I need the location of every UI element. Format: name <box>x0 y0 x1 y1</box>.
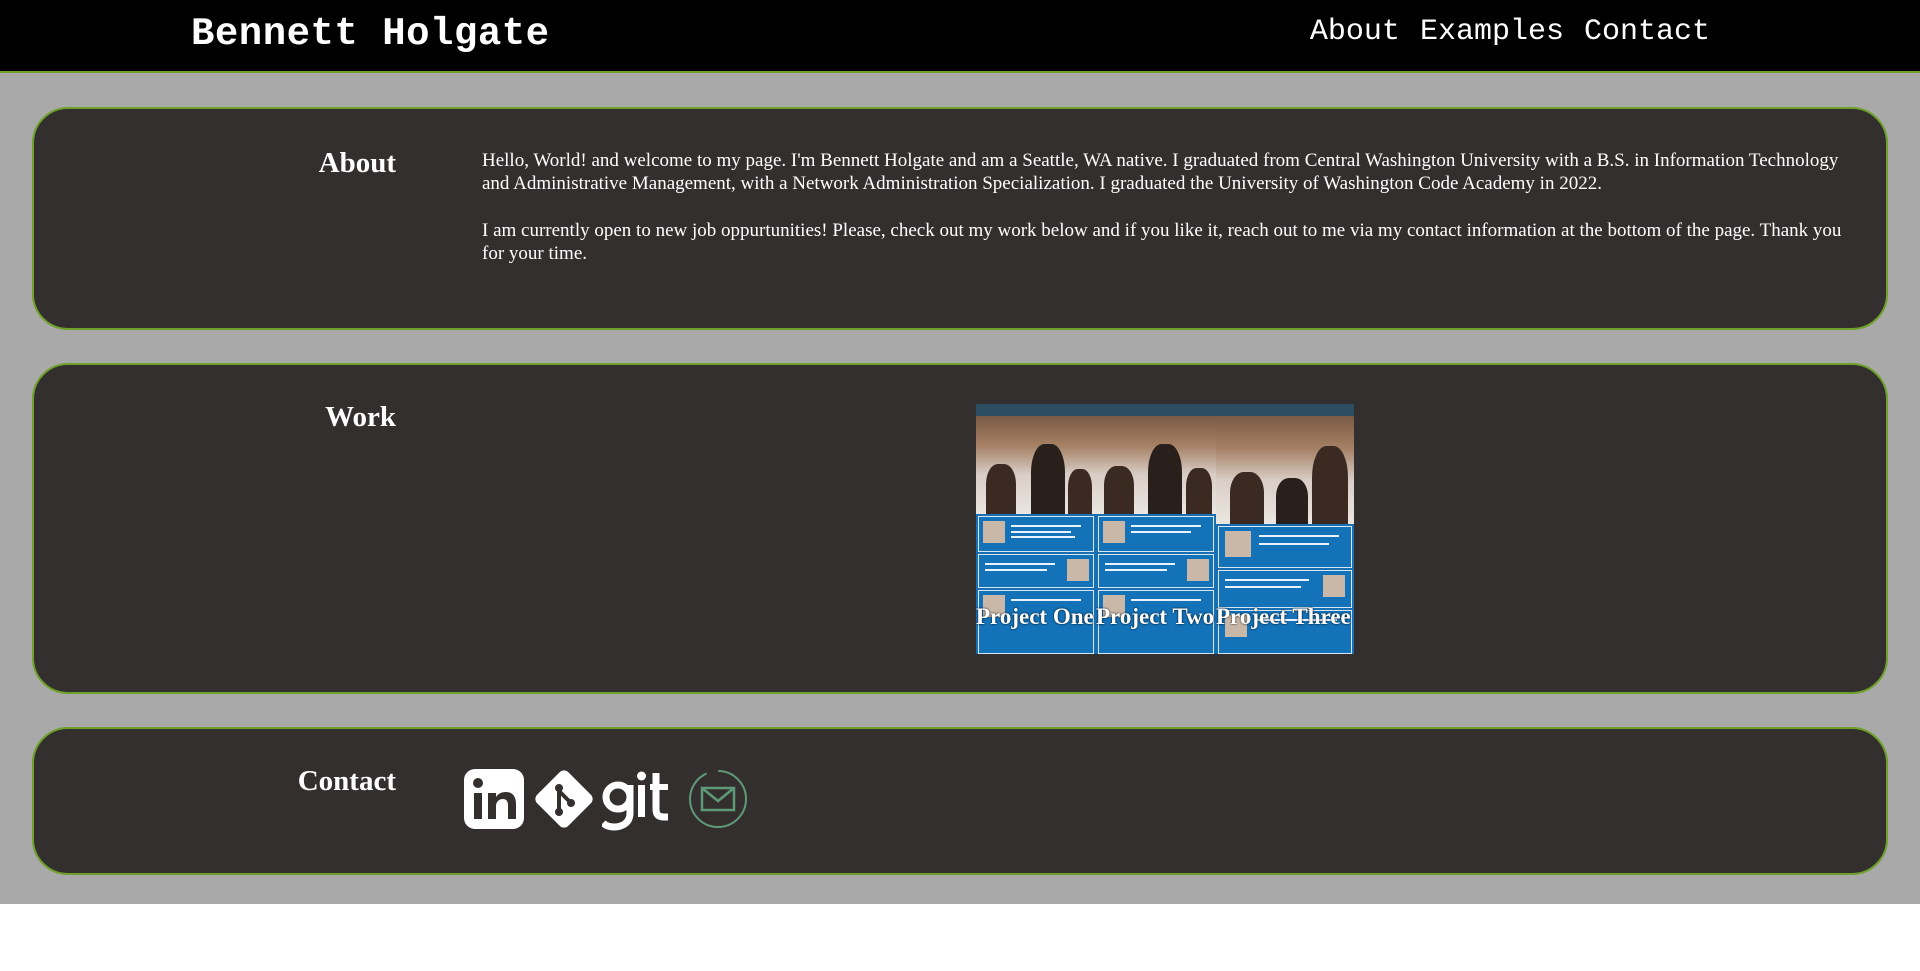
page-content: About Hello, World! and welcome to my pa… <box>0 73 1920 904</box>
project-two-card[interactable]: Project Two <box>1096 404 1216 654</box>
project-screenshot-block <box>978 516 1094 552</box>
project-screenshot-photo <box>976 416 1096 514</box>
nav-link-contact[interactable]: Contact <box>1584 15 1710 49</box>
project-screenshot-header <box>976 404 1096 416</box>
project-screenshot-block <box>1098 516 1214 552</box>
main-nav: About Examples Contact <box>1310 15 1710 49</box>
project-gallery: Project One Project Two Project Three <box>976 404 1354 654</box>
project-two-label: Project Two <box>1096 604 1215 629</box>
site-header: Bennett Holgate About Examples Contact <box>0 0 1920 73</box>
contact-icon-row <box>462 767 748 831</box>
nav-link-about[interactable]: About <box>1310 15 1400 49</box>
work-section: Work Project One Project Two Project Thr… <box>32 363 1888 694</box>
about-paragraph-job: I am currently open to new job oppurtuni… <box>482 220 1842 264</box>
about-paragraph-intro: Hello, World! and welcome to my page. I'… <box>482 150 1839 194</box>
about-text: Hello, World! and welcome to my page. I'… <box>482 149 1862 265</box>
nav-link-examples[interactable]: Examples <box>1420 15 1564 49</box>
project-screenshot-block <box>978 554 1094 588</box>
work-heading: Work <box>325 401 396 433</box>
project-screenshot-block <box>1218 526 1352 568</box>
git-wordmark-icon[interactable] <box>602 767 682 831</box>
project-screenshot-header <box>1216 404 1354 416</box>
about-heading: About <box>318 147 396 179</box>
project-three-card[interactable]: Project Three <box>1216 404 1354 654</box>
contact-heading: Contact <box>297 765 396 797</box>
project-screenshot-block <box>1098 554 1214 588</box>
project-one-label: Project One <box>976 604 1094 629</box>
about-section: About Hello, World! and welcome to my pa… <box>32 107 1888 330</box>
site-brand[interactable]: Bennett Holgate <box>191 12 550 56</box>
project-three-label: Project Three <box>1216 604 1351 629</box>
project-screenshot-header <box>1096 404 1216 416</box>
contact-section: Contact <box>32 727 1888 875</box>
project-screenshot-photo <box>1096 416 1216 514</box>
email-icon[interactable] <box>688 769 748 829</box>
project-one-card[interactable]: Project One <box>976 404 1096 654</box>
linkedin-icon[interactable] <box>462 767 526 831</box>
project-screenshot-photo <box>1216 416 1354 524</box>
git-diamond-icon[interactable] <box>532 767 596 831</box>
